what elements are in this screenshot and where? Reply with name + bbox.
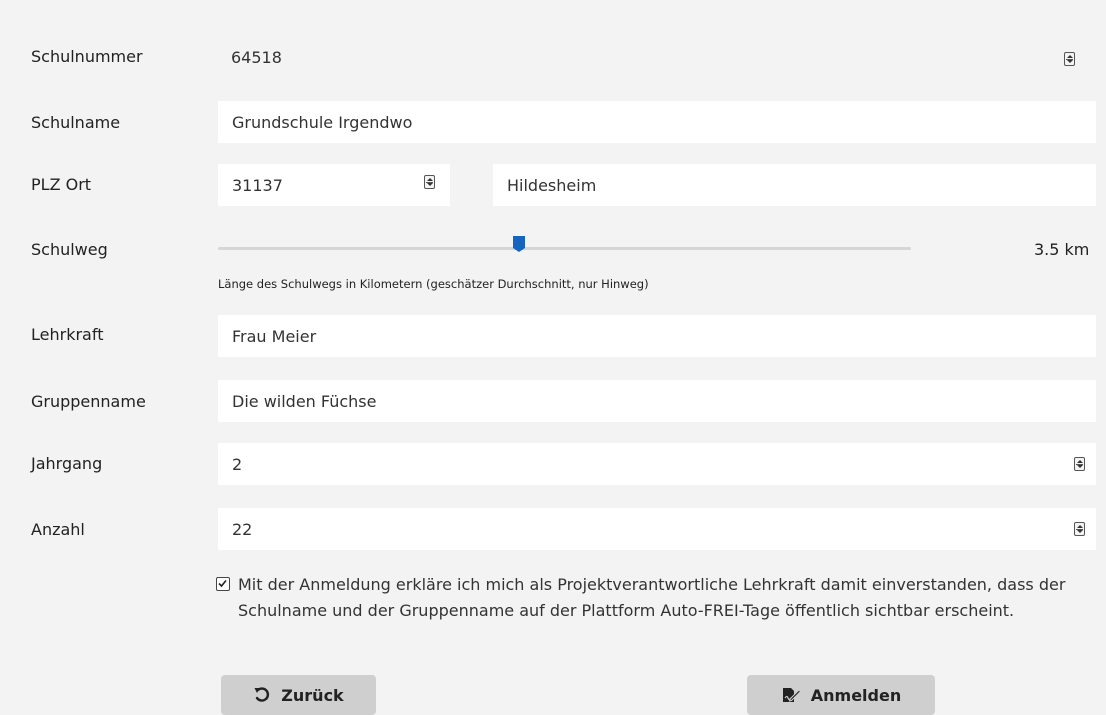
anzahl-label: Anzahl	[31, 520, 85, 539]
gruppenname-label: Gruppenname	[31, 392, 146, 411]
jahrgang-spinner-icon[interactable]	[1074, 457, 1085, 471]
schulnummer-spinner-icon[interactable]	[1064, 52, 1075, 66]
jahrgang-input[interactable]: 2	[218, 443, 1096, 485]
schulnummer-label: Schulnummer	[31, 47, 143, 66]
ort-value: Hildesheim	[507, 175, 597, 195]
schulweg-label: Schulweg	[31, 240, 108, 259]
jahrgang-value: 2	[232, 454, 243, 474]
anzahl-spinner-icon[interactable]	[1074, 522, 1085, 536]
signature-icon	[782, 688, 801, 702]
consent-row: Mit der Anmeldung erkläre ich mich als P…	[216, 572, 1096, 624]
submit-button[interactable]: Anmelden	[747, 675, 935, 715]
back-button[interactable]: Zurück	[221, 675, 376, 715]
submit-button-label: Anmelden	[810, 685, 902, 705]
back-button-label: Zurück	[281, 685, 344, 705]
undo-icon	[254, 687, 270, 702]
consent-checkbox[interactable]	[216, 577, 230, 591]
lehrkraft-label: Lehrkraft	[31, 325, 104, 344]
lehrkraft-input[interactable]: Frau Meier	[218, 315, 1096, 357]
gruppenname-input[interactable]: Die wilden Füchse	[218, 380, 1096, 422]
schulname-label: Schulname	[31, 113, 121, 132]
schulweg-value: 3.5 km	[1034, 240, 1090, 259]
schulname-value: Grundschule Irgendwo	[232, 112, 413, 132]
gruppenname-value: Die wilden Füchse	[232, 391, 377, 411]
anzahl-value: 22	[232, 519, 253, 539]
lehrkraft-value: Frau Meier	[232, 326, 317, 346]
schulname-input[interactable]: Grundschule Irgendwo	[218, 101, 1096, 143]
consent-text: Mit der Anmeldung erkläre ich mich als P…	[238, 575, 1066, 620]
plz-input[interactable]: 31137	[218, 164, 450, 206]
anzahl-input[interactable]: 22	[218, 508, 1096, 550]
ort-input[interactable]: Hildesheim	[493, 164, 1096, 206]
schulweg-slider-track[interactable]	[218, 247, 911, 250]
plz-value: 31137	[232, 175, 283, 195]
checkmark-icon	[218, 579, 227, 588]
schulweg-slider-thumb[interactable]	[512, 235, 526, 253]
schulweg-helper-text: Länge des Schulwegs in Kilometern (gesch…	[218, 277, 649, 291]
jahrgang-label: Jahrgang	[31, 454, 103, 473]
plz-spinner-icon[interactable]	[424, 175, 435, 189]
plz-ort-label: PLZ Ort	[31, 175, 92, 194]
schulnummer-value: 64518	[231, 48, 282, 67]
